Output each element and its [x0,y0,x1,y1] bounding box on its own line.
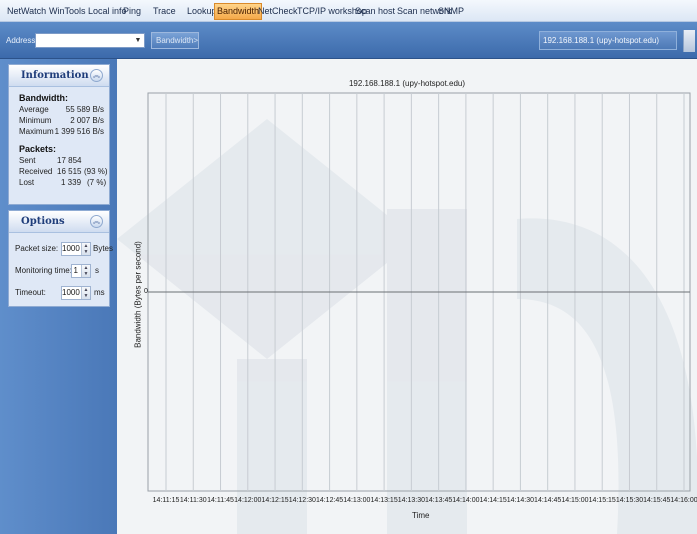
x-axis-label: Time [412,511,430,520]
x-tick-label: 14:14:30 [506,497,535,504]
y-tick-label: 0 [144,288,148,295]
x-tick-label: 14:14:00 [452,497,480,504]
x-tick-label: 14:16:00 [670,497,697,504]
x-tick-label: 14:13:15 [370,497,398,504]
x-tick-label: 14:15:45 [643,497,671,504]
x-tick-label: 14:11:45 [207,497,234,504]
x-tick-label: 14:15:30 [615,497,644,504]
x-tick-label: 14:11:15 [152,497,180,504]
x-tick-label: 14:13:30 [397,497,425,504]
x-tick-label: 14:14:15 [479,497,507,504]
x-tick-label: 14:12:45 [315,497,344,504]
x-tick-label: 14:12:30 [288,497,316,504]
y-axis-label: Bandwidth (Bytes per second) [133,241,143,348]
x-tick-label: 14:12:15 [261,497,289,504]
x-tick-label: 14:15:00 [561,497,589,504]
x-tick-label: 14:12:00 [234,497,262,504]
x-tick-label: 14:15:15 [588,497,616,504]
x-tick-label: 14:13:00 [343,497,371,504]
x-tick-label: 14:14:45 [534,497,562,504]
x-tick-label: 14:13:45 [425,497,453,504]
x-tick-label: 14:11:30 [179,497,207,504]
bandwidth-plot [147,92,691,492]
